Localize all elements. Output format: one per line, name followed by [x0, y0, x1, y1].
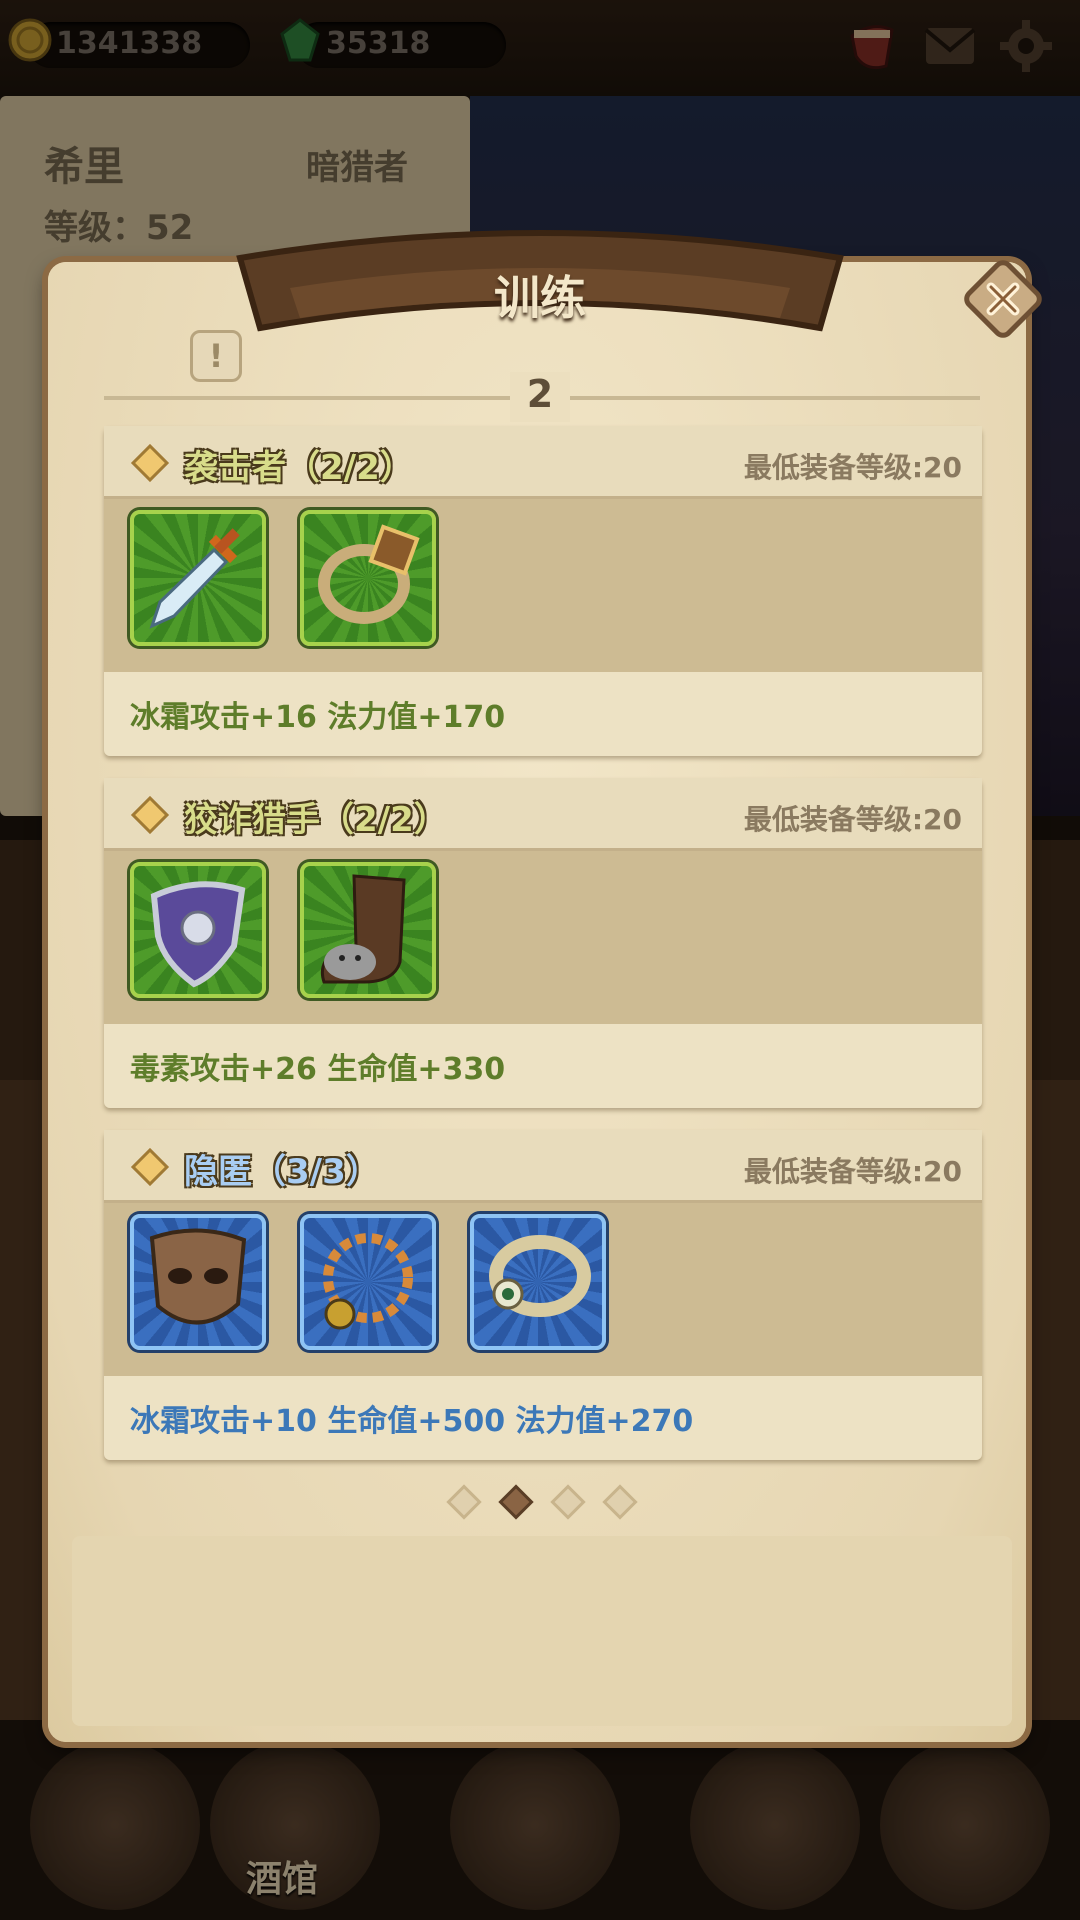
set-header: 袭击者（2/2） 最低装备等级:20: [104, 426, 982, 499]
exclamation-icon: !: [208, 337, 224, 375]
set-name: 狡诈猎手（2/2）: [184, 800, 448, 840]
ring-icon: [318, 524, 420, 624]
page-number: 2: [510, 372, 570, 422]
set-card-raider: 袭击者（2/2） 最低装备等级:20 冰霜攻击+16 法力值+170: [104, 426, 982, 756]
shield-icon: [150, 881, 246, 988]
set-name: 隐匿（3/3）: [184, 1152, 380, 1192]
set-card-cunning-hunter: 狡诈猎手（2/2） 最低装备等级:20 毒素攻击+26 生命值+330: [104, 778, 982, 1108]
item-slot-dagger[interactable]: [130, 510, 266, 646]
set-requirement: 最低装备等级:20: [743, 1155, 962, 1188]
set-name: 袭击者（2/2）: [184, 448, 414, 488]
diamond-icon: [130, 443, 170, 483]
diamond-icon: [130, 795, 170, 835]
dagger-icon: [149, 528, 240, 629]
info-button[interactable]: !: [190, 330, 242, 382]
item-slot-boots[interactable]: [300, 862, 436, 998]
boots-icon: [320, 874, 406, 984]
set-bonus: 毒素攻击+26 生命值+330: [130, 1052, 506, 1087]
set-bonus-bar: 毒素攻击+26 生命值+330: [104, 1024, 982, 1108]
set-bonus-bar: 冰霜攻击+16 法力值+170: [104, 672, 982, 756]
page-dot-2-active[interactable]: [498, 1484, 534, 1520]
page-dot-3[interactable]: [550, 1484, 586, 1520]
set-bonus: 冰霜攻击+10 生命值+500 法力值+270: [130, 1404, 694, 1439]
set-header: 隐匿（3/3） 最低装备等级:20: [104, 1130, 982, 1203]
close-button[interactable]: [958, 254, 1048, 344]
necklace-icon: [323, 1233, 413, 1330]
page-dot-1[interactable]: [446, 1484, 482, 1520]
item-slot-ring[interactable]: [300, 510, 436, 646]
modal-title: 训练: [494, 271, 586, 325]
set-bonus: 冰霜攻击+16 法力值+170: [130, 700, 506, 735]
diamond-icon: [130, 1147, 170, 1187]
set-card-stealth: 隐匿（3/3） 最低装备等级:20 冰霜攻击+10 生命值+500 法力值+27…: [104, 1130, 982, 1460]
page-dot-4[interactable]: [602, 1484, 638, 1520]
set-header: 狡诈猎手（2/2） 最低装备等级:20: [104, 778, 982, 851]
set-bonus-bar: 冰霜攻击+10 生命值+500 法力值+270: [104, 1376, 982, 1460]
item-slot-shield[interactable]: [130, 862, 266, 998]
mask-icon: [149, 1228, 247, 1325]
set-requirement: 最低装备等级:20: [743, 451, 962, 484]
description-area: [72, 1536, 1012, 1726]
item-slot-necklace[interactable]: [300, 1214, 436, 1350]
set-requirement: 最低装备等级:20: [743, 803, 962, 836]
item-slot-mask[interactable]: [130, 1214, 266, 1350]
item-slot-eye-ring[interactable]: [470, 1214, 606, 1350]
eye-ring-icon: [489, 1235, 591, 1317]
